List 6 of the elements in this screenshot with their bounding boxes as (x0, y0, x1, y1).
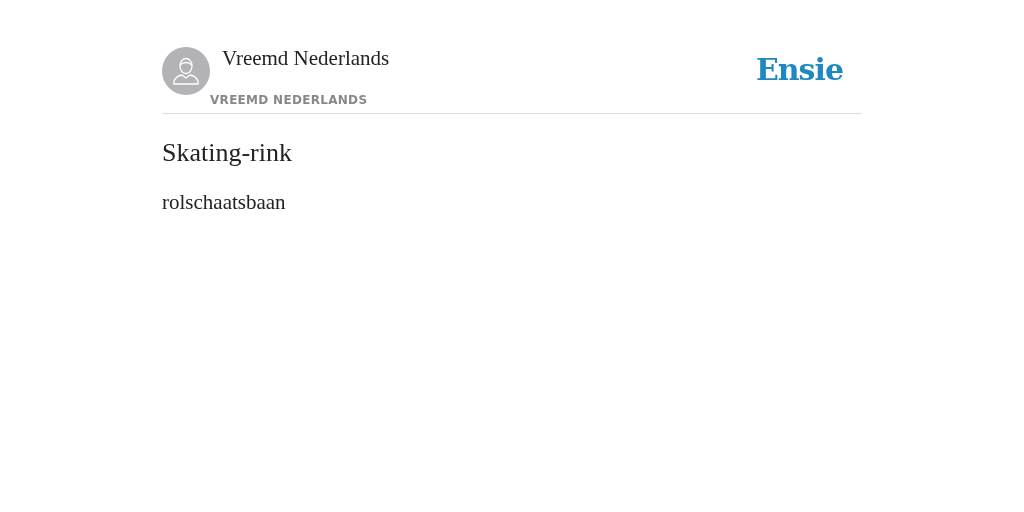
author-name[interactable]: Vreemd Nederlands (222, 46, 390, 71)
entry-definition: rolschaatsbaan (162, 190, 287, 215)
person-icon (172, 56, 200, 86)
category-label[interactable]: VREEMD NEDERLANDS (210, 93, 390, 107)
entry-title: Skating-rink (162, 138, 293, 168)
logo[interactable]: Ensie (755, 52, 843, 107)
